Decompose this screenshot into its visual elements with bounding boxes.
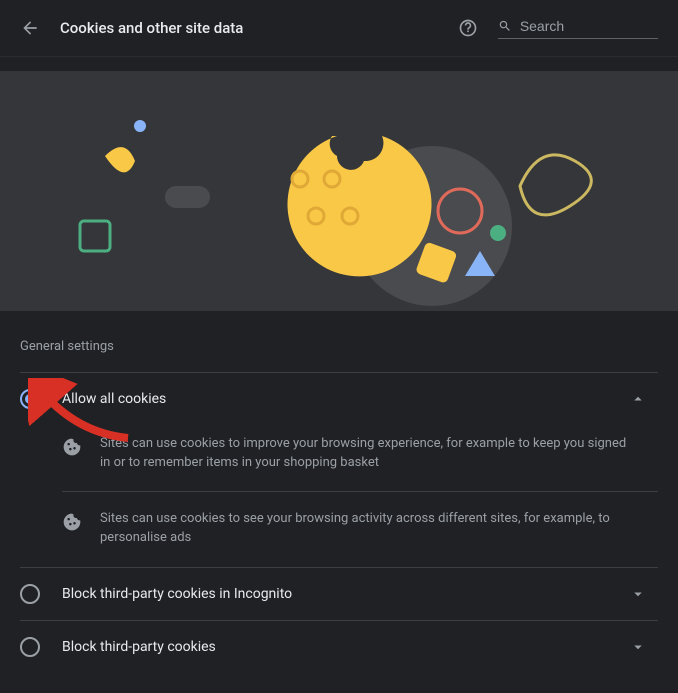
- search-icon: [498, 18, 512, 34]
- option-label: Block third-party cookies in Incognito: [62, 586, 618, 602]
- page-title: Cookies and other site data: [60, 19, 243, 37]
- search-input[interactable]: [520, 18, 658, 34]
- cookie-icon: [62, 512, 82, 532]
- description-row: Sites can use cookies to improve your br…: [20, 425, 658, 483]
- back-button[interactable]: [20, 18, 40, 38]
- collapse-button[interactable]: [618, 390, 658, 408]
- option-block-third-party[interactable]: Block third-party cookies: [20, 620, 658, 673]
- description-text: Sites can use cookies to improve your br…: [100, 435, 658, 473]
- option-block-incognito[interactable]: Block third-party cookies in Incognito: [20, 567, 658, 620]
- arrow-left-icon: [20, 18, 40, 38]
- header-bar: Cookies and other site data: [0, 0, 678, 57]
- option-allow-all[interactable]: Allow all cookies: [20, 372, 658, 425]
- description-row: Sites can use cookies to see your browsi…: [20, 500, 658, 558]
- chevron-down-icon: [629, 638, 647, 656]
- expand-button[interactable]: [618, 638, 658, 656]
- cookie-icon: [62, 437, 82, 457]
- hero-illustration: [0, 71, 678, 311]
- chevron-up-icon: [629, 390, 647, 408]
- search-field[interactable]: [498, 18, 658, 39]
- option-label: Allow all cookies: [62, 391, 618, 407]
- option-label: Block third-party cookies: [62, 639, 618, 655]
- settings-content: General settings Allow all cookies Sites…: [0, 311, 678, 693]
- radio-icon: [20, 389, 40, 409]
- section-label: General settings: [20, 339, 658, 354]
- description-text: Sites can use cookies to see your browsi…: [100, 510, 658, 548]
- help-button[interactable]: [458, 18, 478, 38]
- radio-icon: [20, 584, 40, 604]
- chevron-down-icon: [629, 585, 647, 603]
- help-icon: [458, 18, 478, 38]
- expand-button[interactable]: [618, 585, 658, 603]
- radio-icon: [20, 637, 40, 657]
